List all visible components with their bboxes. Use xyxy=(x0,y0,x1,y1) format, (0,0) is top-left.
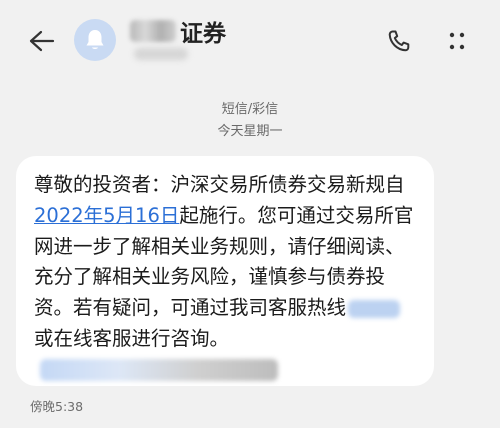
conversation-header: 证券 xyxy=(0,0,500,80)
arrow-left-icon xyxy=(29,30,55,52)
back-button[interactable] xyxy=(22,24,62,58)
more-vertical-icon xyxy=(449,32,465,50)
contact-name-text: 证券 xyxy=(180,21,226,47)
more-options-button[interactable] xyxy=(444,26,470,56)
message-date: 今天星期一 xyxy=(217,124,283,139)
redacted-tail-blur xyxy=(40,359,278,382)
message-bubble[interactable]: 尊敬的投资者：沪深交易所债券交易新规自2022年5月16日起施行。您可通过交易所… xyxy=(16,156,434,386)
message-text-part1: 尊敬的投资者：沪深交易所债券交易新规自 xyxy=(34,173,405,196)
message-channel: 短信/彩信 xyxy=(221,102,279,117)
date-link[interactable]: 2022年5月16日 xyxy=(34,204,179,227)
call-button[interactable] xyxy=(384,26,414,56)
avatar[interactable] xyxy=(74,19,116,61)
message-text-part3: 或在线客服进行咨询。 xyxy=(34,326,230,350)
message-time: 傍晚5:38 xyxy=(30,399,84,414)
contact-name: 证券 xyxy=(130,14,226,48)
redacted-phone-blur xyxy=(348,299,401,318)
phone-icon xyxy=(388,30,410,52)
bell-icon xyxy=(86,30,104,49)
redacted-subtitle-blur xyxy=(134,48,188,60)
redacted-name-blur xyxy=(130,20,176,42)
